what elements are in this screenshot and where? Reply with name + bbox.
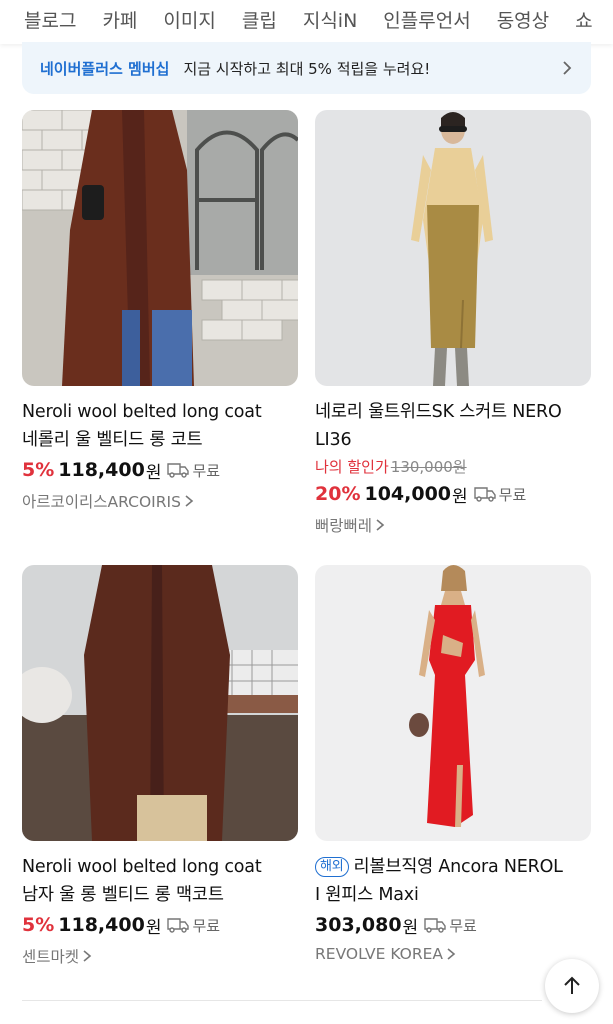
promo-row: 나의 할인가 130,000원 [315, 454, 591, 478]
product-title[interactable]: 해외 리볼브직영 Ancora NEROL I 원피스 Maxi [315, 853, 591, 909]
scroll-to-top-button[interactable] [545, 959, 599, 1013]
shipping-label: 무료 [192, 916, 221, 935]
membership-banner[interactable]: 네이버플러스 멤버십 지금 시작하고 최대 5% 적립을 누려요! [22, 42, 591, 94]
product-image-red-dress[interactable] [315, 565, 591, 841]
product-title-line: 네로리 울트위드SK 스커트 NERO [315, 402, 562, 422]
original-price: 130,000원 [390, 457, 467, 476]
overseas-badge: 해외 [315, 857, 349, 877]
currency: 원 [402, 917, 419, 938]
banner-brand: 네이버플러스 멤버십 [40, 59, 170, 78]
tab-video[interactable]: 동영상 [497, 0, 549, 33]
currency: 원 [145, 917, 162, 938]
chevron-right-icon [447, 948, 456, 960]
product-card[interactable]: 네로리 울트위드SK 스커트 NERO LI36 나의 할인가 130,000원… [315, 110, 591, 536]
tab-shopping[interactable]: 쇼 [575, 0, 592, 33]
price-row: 303,080 원 무료 [315, 911, 591, 939]
product-title-line: 해외 리볼브직영 Ancora NEROL [315, 853, 591, 881]
tab-cafe[interactable]: 카페 [102, 0, 137, 33]
currency: 원 [145, 462, 162, 483]
banner-message: 지금 시작하고 최대 5% 적립을 누려요! [183, 59, 431, 78]
tab-clip[interactable]: 클립 [242, 0, 277, 33]
store-link[interactable]: 아르코이리스ARCOIRIS [22, 490, 298, 512]
tab-image[interactable]: 이미지 [163, 0, 215, 33]
truck-icon [167, 463, 190, 478]
price-row: 20% 104,000 원 무료 [315, 480, 591, 508]
currency: 원 [452, 486, 468, 507]
product-title[interactable]: Neroli wool belted long coat 남자 울 롱 벨티드 … [22, 853, 298, 909]
price: 303,080 [315, 914, 402, 936]
discount-rate: 20% [315, 483, 361, 505]
shipping-info: 무료 [424, 915, 477, 936]
product-card[interactable]: Neroli wool belted long coat 남자 울 롱 벨티드 … [22, 565, 298, 967]
price-row: 5% 118,400 원 무료 [22, 456, 298, 484]
arrow-up-icon [564, 976, 580, 994]
store-link[interactable]: 뻐랑뻐레 [315, 514, 591, 536]
store-name: REVOLVE KOREA [315, 945, 444, 963]
shipping-info: 무료 [167, 915, 220, 936]
shipping-label: 무료 [192, 461, 221, 480]
tab-knowledge-in[interactable]: 지식iN [303, 0, 357, 33]
tab-influencer[interactable]: 인플루언서 [383, 0, 470, 33]
discount-rate: 5% [22, 459, 55, 481]
search-category-tabs: 블로그 카페 이미지 클립 지식iN 인플루언서 동영상 쇼 [0, 0, 613, 44]
discount-rate: 5% [22, 914, 55, 936]
product-image-mac-coat[interactable] [22, 565, 298, 841]
product-title[interactable]: Neroli wool belted long coat 네롤리 울 벨티드 롱… [22, 398, 298, 454]
price-row: 5% 118,400 원 무료 [22, 911, 298, 939]
product-image-tweed-skirt[interactable] [315, 110, 591, 386]
chevron-right-icon [376, 519, 385, 531]
store-link[interactable]: REVOLVE KOREA [315, 945, 591, 963]
product-title-line: I 원피스 Maxi [315, 885, 419, 905]
truck-icon [167, 918, 190, 933]
store-name: 센트마켓 [22, 948, 80, 966]
store-name: 뻐랑뻐레 [315, 517, 373, 535]
price: 118,400 [58, 914, 145, 936]
price: 104,000 [364, 483, 452, 505]
shipping-info: 무료 [473, 484, 527, 505]
chevron-right-icon [563, 61, 572, 75]
product-title[interactable]: 네로리 울트위드SK 스커트 NERO LI36 [315, 398, 591, 454]
tab-blog[interactable]: 블로그 [24, 0, 76, 33]
promo-label: 나의 할인가 [315, 457, 389, 476]
product-title-line: Neroli wool belted long coat [22, 402, 262, 422]
shipping-label: 무료 [449, 916, 477, 935]
store-name: 아르코이리스ARCOIRIS [22, 493, 181, 511]
product-title-text: 리볼브직영 Ancora NEROL [353, 857, 563, 877]
store-link[interactable]: 센트마켓 [22, 945, 298, 967]
chevron-right-icon [83, 950, 92, 962]
product-title-line: 남자 울 롱 벨티드 롱 맥코트 [22, 885, 224, 905]
product-card[interactable]: Neroli wool belted long coat 네롤리 울 벨티드 롱… [22, 110, 298, 512]
chevron-right-icon [185, 495, 194, 507]
truck-icon [424, 918, 446, 933]
truck-icon [473, 487, 496, 502]
shipping-info: 무료 [167, 460, 220, 481]
product-card[interactable]: 해외 리볼브직영 Ancora NEROL I 원피스 Maxi 303,080 … [315, 565, 591, 963]
product-image-coat-brick[interactable] [22, 110, 298, 386]
section-divider [22, 1000, 542, 1001]
product-title-line: Neroli wool belted long coat [22, 857, 262, 877]
product-title-line: 네롤리 울 벨티드 롱 코트 [22, 430, 203, 450]
product-title-line: LI36 [315, 430, 352, 450]
shipping-label: 무료 [498, 485, 527, 504]
price: 118,400 [58, 459, 145, 481]
